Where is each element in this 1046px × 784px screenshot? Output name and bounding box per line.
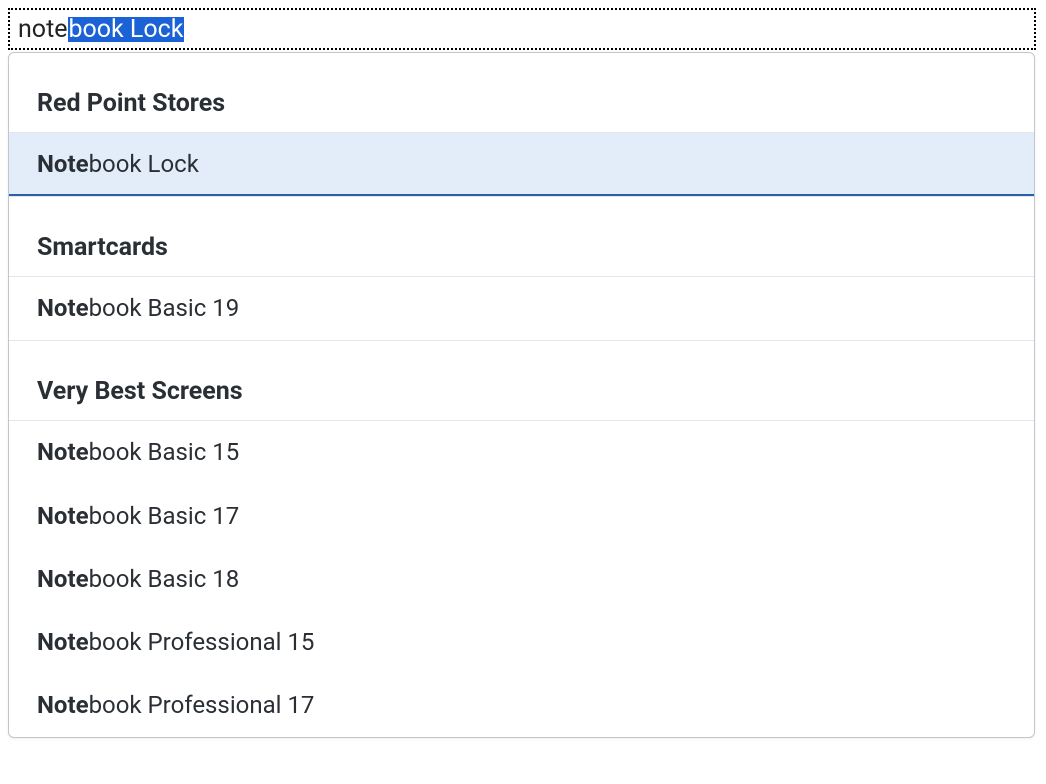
suggestion-item[interactable]: Notebook Basic 15 <box>9 421 1034 484</box>
input-text: notebook Lock <box>18 17 184 42</box>
match-bold: Note <box>37 438 89 466</box>
suggestion-dropdown: Red Point StoresNotebook LockSmartcardsN… <box>8 52 1035 738</box>
match-bold: Note <box>37 150 89 178</box>
items-container: Notebook Lock <box>9 132 1034 196</box>
input-typed: note <box>18 17 68 42</box>
group-header: Red Point Stores <box>9 75 1034 132</box>
match-rest: book Professional 15 <box>89 628 315 656</box>
match-bold: Note <box>37 691 89 719</box>
suggestion-item[interactable]: Notebook Professional 17 <box>9 674 1034 737</box>
match-rest: book Basic 18 <box>89 565 240 593</box>
input-selection: book Lock <box>68 17 185 42</box>
items-container: Notebook Basic 15Notebook Basic 17Notebo… <box>9 420 1034 737</box>
suggestion-item[interactable]: Notebook Basic 19 <box>9 277 1034 340</box>
autocomplete-input[interactable]: notebook Lock <box>8 8 1036 50</box>
match-bold: Note <box>37 294 89 322</box>
match-rest: book Basic 19 <box>89 294 240 322</box>
group-header: Very Best Screens <box>9 363 1034 420</box>
suggestion-group: Very Best ScreensNotebook Basic 15Notebo… <box>9 341 1034 737</box>
match-rest: book Professional 17 <box>89 691 315 719</box>
group-header: Smartcards <box>9 219 1034 276</box>
match-rest: book Basic 17 <box>89 502 240 530</box>
suggestion-item[interactable]: Notebook Professional 15 <box>9 611 1034 674</box>
match-bold: Note <box>37 628 89 656</box>
match-rest: book Lock <box>89 150 199 178</box>
match-rest: book Basic 15 <box>89 438 240 466</box>
suggestion-item[interactable]: Notebook Basic 18 <box>9 548 1034 611</box>
match-bold: Note <box>37 565 89 593</box>
items-container: Notebook Basic 19 <box>9 276 1034 340</box>
match-bold: Note <box>37 502 89 530</box>
suggestion-group: SmartcardsNotebook Basic 19 <box>9 197 1034 341</box>
suggestion-item[interactable]: Notebook Lock <box>9 133 1034 196</box>
suggestion-group: Red Point StoresNotebook Lock <box>9 75 1034 197</box>
suggestion-item[interactable]: Notebook Basic 17 <box>9 485 1034 548</box>
